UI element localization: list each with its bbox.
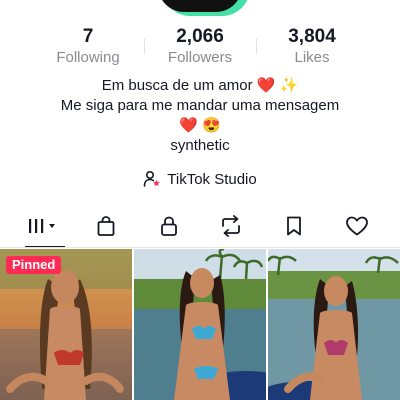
tabs-divider — [0, 247, 400, 248]
tab-private[interactable] — [145, 210, 193, 246]
tab-liked[interactable] — [333, 210, 381, 246]
likes-count: 3,804 — [288, 26, 336, 47]
video-grid: Pinned — [0, 249, 400, 400]
bio-line-3: ❤️ 😍 — [0, 116, 400, 136]
heart-icon — [345, 215, 369, 242]
stat-followers[interactable]: 2,066 Followers — [144, 26, 256, 68]
tab-videos[interactable] — [19, 210, 67, 248]
video-thumbnail-3[interactable] — [268, 249, 400, 400]
bio-line-2: Me siga para me mandar uma mensagem — [60, 97, 340, 114]
red-heart-emoji: ❤️ — [179, 117, 198, 134]
profile-stats: 7 Following 2,066 Followers 3,804 Likes — [0, 26, 400, 68]
repost-icon — [219, 214, 243, 242]
likes-label: Likes — [294, 49, 330, 66]
followers-label: Followers — [167, 49, 233, 66]
tiktok-studio-link[interactable]: TikTok Studio — [0, 170, 400, 188]
shop-bag-icon — [95, 215, 117, 242]
profile-tabs — [0, 208, 400, 248]
sparkles-emoji: ✨ — [279, 77, 299, 94]
following-label: Following — [56, 49, 120, 66]
lock-icon — [158, 215, 180, 242]
tab-favorites[interactable] — [270, 210, 318, 246]
pinned-badge: Pinned — [6, 256, 62, 274]
video-thumbnail-2[interactable] — [134, 249, 266, 400]
bio-text-1: Em busca de um amor — [101, 77, 253, 94]
stat-following[interactable]: 7 Following — [32, 26, 144, 68]
avatar[interactable] — [158, 0, 242, 12]
tab-reposts[interactable] — [207, 210, 255, 246]
following-count: 7 — [82, 26, 94, 47]
profile-bio: Em busca de um amor ❤️ ✨ Me siga para me… — [0, 76, 400, 156]
heart-eyes-emoji: 😍 — [202, 117, 221, 134]
tiktok-studio-label: TikTok Studio — [167, 170, 257, 188]
followers-count: 2,066 — [176, 26, 224, 47]
stat-likes[interactable]: 3,804 Likes — [256, 26, 368, 68]
person-star-icon — [143, 170, 161, 188]
red-heart-emoji: ❤️ — [256, 77, 276, 94]
bio-line-1: Em busca de um amor ❤️ ✨ — [0, 76, 400, 96]
video-thumbnail-1[interactable]: Pinned — [0, 249, 132, 400]
bio-line-4: synthetic — [170, 137, 230, 154]
bookmark-icon — [284, 215, 304, 242]
videos-grid-icon — [26, 216, 60, 241]
tab-shop[interactable] — [82, 210, 130, 246]
